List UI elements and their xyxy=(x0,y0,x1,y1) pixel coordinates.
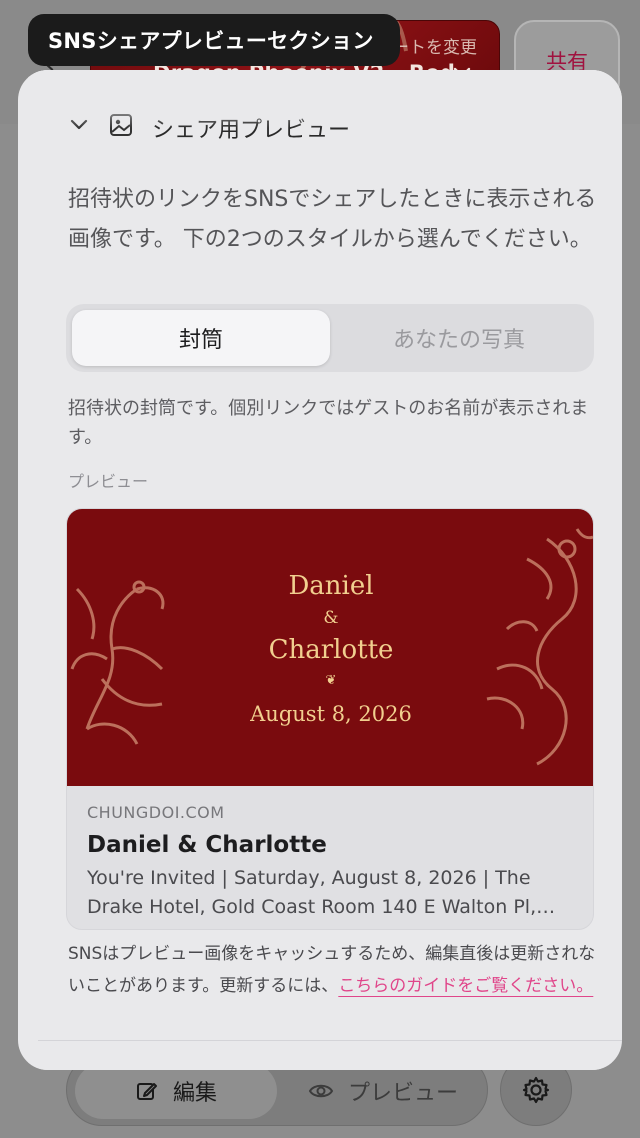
section-description: 招待状のリンクをSNSでシェアしたときに表示される画像です。 下の2つのスタイル… xyxy=(68,187,597,252)
og-flourish: ❦ xyxy=(325,673,337,688)
section-tooltip: SNSシェアプレビューセクション xyxy=(28,14,400,66)
modal-content: シェア用プレビュー 招待状のリンクをSNSでシェアしたときに表示される画像です。… xyxy=(28,70,622,1070)
style-segmented-control: 封筒 あなたの写真 xyxy=(66,304,594,372)
top-fade xyxy=(28,70,622,128)
tooltip-label: SNSシェアプレビューセクション xyxy=(48,29,374,53)
pencil-square-icon xyxy=(136,1083,157,1100)
og-image-text: Daniel & Charlotte ❦ August 8, 2026 xyxy=(67,567,593,733)
guide-link[interactable]: こちらのガイドをご覧ください。 xyxy=(338,976,593,996)
tab-edit-label: 編集 xyxy=(172,1081,217,1106)
og-description: You're Invited | Saturday, August 8, 202… xyxy=(87,867,537,918)
tab-your-photo[interactable]: あなたの写真 xyxy=(330,310,588,366)
cache-note: SNSはプレビュー画像をキャッシュするため、編集直後は更新されないことがあります… xyxy=(68,938,598,1002)
og-ampersand: & xyxy=(323,608,339,628)
eye-icon xyxy=(308,1084,334,1098)
og-name1: Daniel xyxy=(288,571,374,601)
tab-preview-label: プレビュー xyxy=(347,1081,458,1106)
style-hint: 招待状の封筒です。個別リンクではゲストのお名前が表示されます。 xyxy=(68,398,589,448)
preview-label: プレビュー xyxy=(68,472,149,491)
og-name2: Charlotte xyxy=(268,635,394,665)
divider xyxy=(38,1040,622,1041)
og-date: August 8, 2026 xyxy=(250,702,412,726)
share-preview-modal: シェア用プレビュー 招待状のリンクをSNSでシェアしたときに表示される画像です。… xyxy=(18,70,622,1070)
og-title: Daniel & Charlotte xyxy=(87,832,327,858)
gear-icon xyxy=(522,1076,550,1104)
og-preview-image: Daniel & Charlotte ❦ August 8, 2026 xyxy=(67,509,593,786)
og-meta: CHUNGDOI.COM Daniel & Charlotte You're I… xyxy=(87,803,577,922)
og-domain: CHUNGDOI.COM xyxy=(87,803,225,822)
tab-edit[interactable]: 編集 xyxy=(75,1063,277,1119)
theme-change-label: ートを変更 xyxy=(392,38,477,58)
tab-preview[interactable]: プレビュー xyxy=(285,1063,481,1119)
og-preview-card: Daniel & Charlotte ❦ August 8, 2026 CHUN… xyxy=(66,508,594,930)
tab-envelope[interactable]: 封筒 xyxy=(72,310,330,366)
